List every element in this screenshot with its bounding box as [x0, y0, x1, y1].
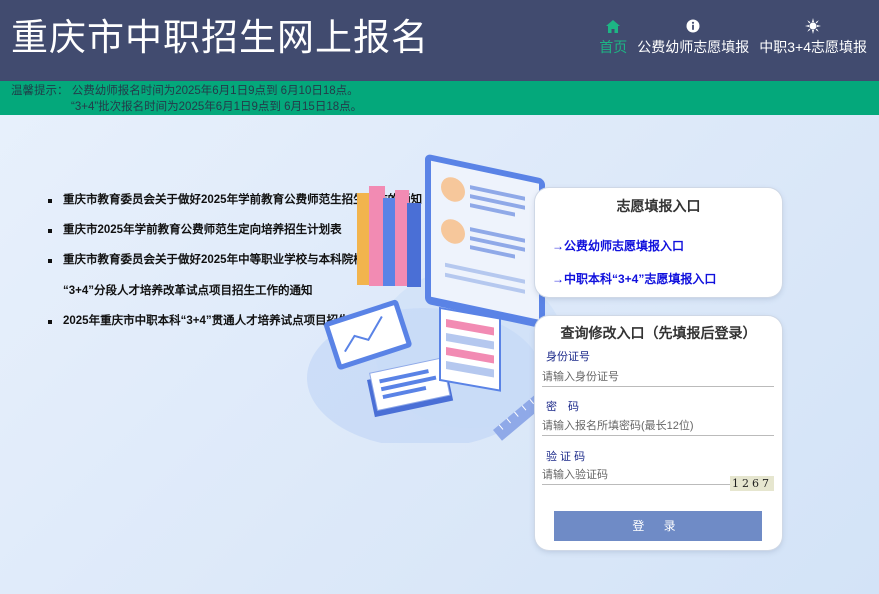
entry-card: 志愿填报入口 →公费幼师志愿填报入口 →中职本科“3+4”志愿填报入口 — [535, 188, 782, 297]
education-illustration — [307, 154, 565, 443]
password-input[interactable] — [542, 416, 774, 436]
query-card-title: 查询修改入口（先填报后登录） — [560, 325, 757, 341]
entry-link-kindergarten[interactable]: →公费幼师志愿填报入口 — [552, 237, 684, 254]
top-nav: 首页 公费幼师志愿填报 中职3+4志愿填报 — [599, 17, 867, 57]
nav-3plus4-label: 中职3+4志愿填报 — [759, 39, 867, 55]
notice-text-1: 公费幼师报名时间为2025年6月1日9点到 6月10日18点。 — [71, 85, 359, 97]
nav-home[interactable]: 首页 — [599, 17, 627, 57]
captcha-label: 验 证 码 — [546, 451, 586, 463]
header-bar: 重庆市中职招生网上报名 首页 公费幼师志愿填报 中职3+4志愿填报 — [0, 0, 879, 81]
notice-line-1: 温馨提示： 公费幼师报名时间为2025年6月1日9点到 6月10日18点。 — [11, 82, 359, 98]
captcha-image[interactable]: 1267 — [730, 476, 774, 491]
notice-bar: 温馨提示： 公费幼师报名时间为2025年6月1日9点到 6月10日18点。 “3… — [0, 81, 879, 115]
nav-kindergarten-teacher[interactable]: 公费幼师志愿填报 — [637, 17, 749, 57]
login-button[interactable]: 登 录 — [554, 511, 762, 541]
entry-card-title: 志愿填报入口 — [616, 198, 701, 214]
id-number-input[interactable] — [542, 367, 774, 387]
notice-prefix: 温馨提示： — [11, 85, 69, 97]
id-label: 身份证号 — [546, 351, 590, 363]
nav-home-label: 首页 — [599, 39, 628, 55]
entry-link-3plus4[interactable]: →中职本科“3+4”志愿填报入口 — [552, 270, 716, 287]
nav-kindergarten-label: 公费幼师志愿填报 — [637, 39, 750, 55]
info-icon — [686, 17, 700, 35]
site-title: 重庆市中职招生网上报名 — [11, 16, 429, 59]
nav-3plus4[interactable]: 中职3+4志愿填报 — [759, 17, 867, 57]
password-label: 密 码 — [546, 401, 579, 413]
notice-text-2: “3+4”批次报名时间为2025年6月1日9点到 6月15日18点。 — [71, 101, 363, 113]
sun-icon — [805, 17, 822, 35]
news-link[interactable]: 重庆市2025年学前教育公费师范生定向培养招生计划表 — [63, 224, 342, 236]
home-icon — [605, 17, 621, 35]
query-card: 查询修改入口（先填报后登录） 身份证号 密 码 验 证 码 1267 登 录 — [535, 316, 782, 550]
